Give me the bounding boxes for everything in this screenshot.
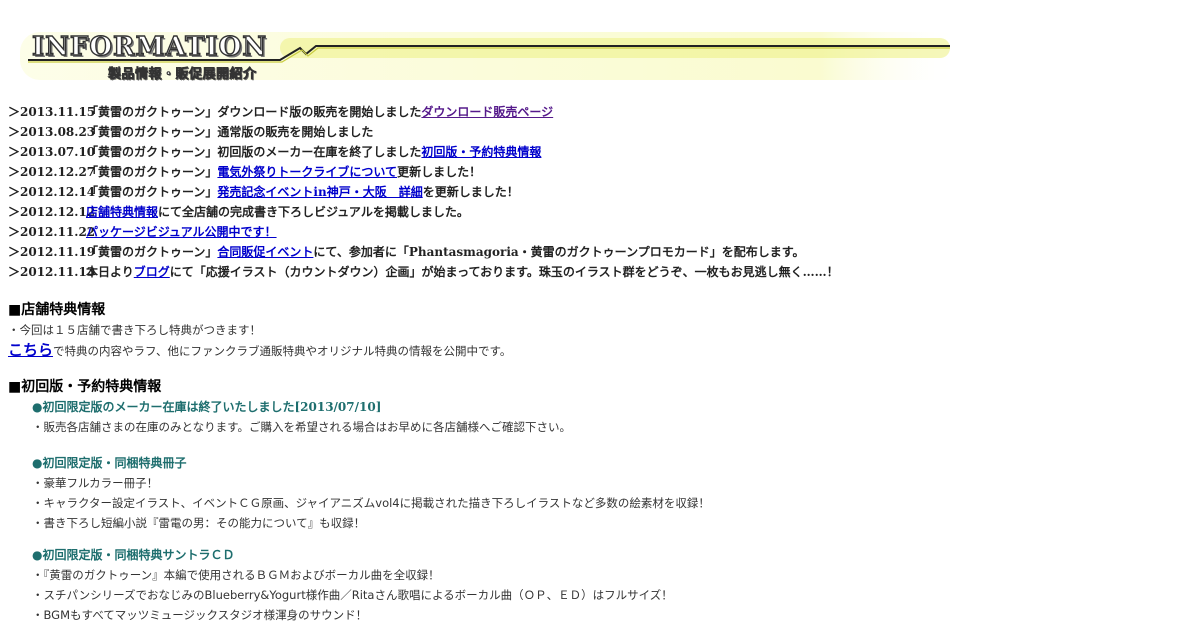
news-date: ＞2012.11.22 (8, 225, 96, 239)
release-event-link[interactable]: 発売記念イベントin神戸・大阪 詳細 (217, 182, 422, 202)
news-text-after: を更新しました！ (422, 185, 519, 199)
news-item: ＞2013.07.10 「黄雷のガクトゥーン」初回版のメーカー在庫を終了しました… (8, 142, 839, 162)
news-date: ＞2012.12.27 (8, 165, 96, 179)
soundtrack-heading: ●初回限定版・同梱特典サントラＣＤ (32, 548, 235, 562)
soundtrack-item: ・スチパンシリーズでおなじみのBlueberry&Yogurt様作曲／Ritaさ… (32, 588, 673, 602)
first-edition-heading: ■初回版・予約特典情報 (8, 379, 162, 395)
first-edition-info-link[interactable]: 初回版・予約特典情報 (421, 142, 541, 162)
news-date: ＞2013.08.23 (8, 125, 96, 139)
package-visual-link[interactable]: パッケージビジュアル公開中です！ (86, 222, 277, 242)
booklet-item: ・豪華フルカラー冊子！ (32, 476, 159, 490)
store-bonus-text: ・今回は１５店舗で書き下ろし特典がつきます！ (8, 323, 261, 337)
news-date: ＞2012.11.13 (8, 265, 96, 279)
information-banner: INFORMATION 製品情報・販促展開紹介 (20, 26, 960, 84)
news-date: ＞2012.12.14 (8, 185, 96, 199)
booklet-heading: ●初回限定版・同梱特典冊子 (32, 456, 187, 470)
stock-notice-text: ・販売各店舗さまの在庫のみとなります。ご購入を希望される場合はお早めに各店舗様へ… (32, 420, 571, 434)
store-bonus-detail: で特典の内容やラフ、他にファンクラブ通販特典やオリジナル特典の情報を公開中です。 (53, 344, 512, 358)
news-item: ＞2013.11.15 「黄雷のガクトゥーン」ダウンロード版の販売を開始しました… (8, 102, 839, 122)
blog-link[interactable]: ブログ (134, 262, 170, 282)
news-item: ＞2012.11.22 パッケージビジュアル公開中です！ (8, 222, 839, 242)
news-text: 「黄雷のガクトゥーン」通常版の販売を開始しました (86, 125, 374, 139)
download-sales-page-link[interactable]: ダウンロード販売ページ (421, 102, 553, 122)
booklet-item: ・書き下ろし短編小説『雷電の男：その能力について』も収録！ (32, 516, 366, 530)
banner-title: INFORMATION (31, 31, 268, 62)
soundtrack-item: ・『黄雷のガクトゥーン』本編で使用されるＢＧＭおよびボーカル曲を全収録！ (32, 568, 440, 582)
news-text: 「黄雷のガクトゥーン」 (86, 185, 218, 199)
news-date: ＞2012.11.19 (8, 245, 96, 259)
news-text: 「黄雷のガクトゥーン」 (86, 245, 218, 259)
news-text-after: 更新しました！ (397, 165, 482, 179)
news-text: 「黄雷のガクトゥーン」初回版のメーカー在庫を終了しました (86, 145, 422, 159)
joint-promo-event-link[interactable]: 合同販促イベント (217, 242, 313, 262)
stock-notice-heading: ●初回限定版のメーカー在庫は終了いたしました[2013/07/10] (32, 400, 382, 414)
news-date: ＞2012.12.12 (8, 205, 96, 219)
soundtrack-item: ・BGMもすべてマッツミュージックスタジオ様渾身のサウンド！ (32, 608, 368, 622)
store-bonus-line: こちらで特典の内容やラフ、他にファンクラブ通販特典やオリジナル特典の情報を公開中… (8, 341, 511, 360)
news-text-after: にて全店舗の完成書き下ろしビジュアルを掲載しました。 (158, 205, 469, 219)
news-text: 「黄雷のガクトゥーン」ダウンロード版の販売を開始しました (86, 105, 422, 119)
news-item: ＞2012.11.19 「黄雷のガクトゥーン」 合同販促イベント にて、参加者に… (8, 242, 839, 262)
news-text-after: にて「応援イラスト（カウントダウン）企画」が始まっております。珠玉のイラスト群を… (169, 265, 839, 279)
news-item: ＞2012.12.12 店舗特典情報 にて全店舗の完成書き下ろしビジュアルを掲載… (8, 202, 839, 222)
here-link[interactable]: こちら (8, 341, 53, 359)
news-item: ＞2012.11.13 本日より ブログ にて「応援イラスト（カウントダウン）企… (8, 262, 839, 282)
news-text-after: にて、参加者に「Phantasmagoria・黄雷のガクトゥーンプロモカード」を… (313, 245, 805, 259)
news-item: ＞2012.12.27 「黄雷のガクトゥーン」 電気外祭りトークライブについて … (8, 162, 839, 182)
banner-subtitle: 製品情報・販促展開紹介 (108, 67, 257, 83)
news-list: ＞2013.11.15 「黄雷のガクトゥーン」ダウンロード版の販売を開始しました… (8, 102, 839, 282)
store-bonus-heading: ■店舗特典情報 (8, 302, 106, 318)
news-text: 本日より (86, 265, 134, 279)
news-item: ＞2013.08.23 「黄雷のガクトゥーン」通常版の販売を開始しました (8, 122, 839, 142)
news-date: ＞2013.07.10 (8, 145, 96, 159)
news-date: ＞2013.11.15 (8, 105, 96, 119)
news-text: 「黄雷のガクトゥーン」 (86, 165, 218, 179)
news-item: ＞2012.12.14 「黄雷のガクトゥーン」 発売記念イベントin神戸・大阪 … (8, 182, 839, 202)
store-bonus-link[interactable]: 店舗特典情報 (86, 202, 158, 222)
booklet-item: ・キャラクター設定イラスト、イベントＣＧ原画、ジャイアニズムvol4に掲載された… (32, 496, 710, 510)
talk-live-link[interactable]: 電気外祭りトークライブについて (217, 162, 397, 182)
information-page: INFORMATION 製品情報・販促展開紹介 ＞2013.11.15 「黄雷の… (0, 0, 1200, 630)
